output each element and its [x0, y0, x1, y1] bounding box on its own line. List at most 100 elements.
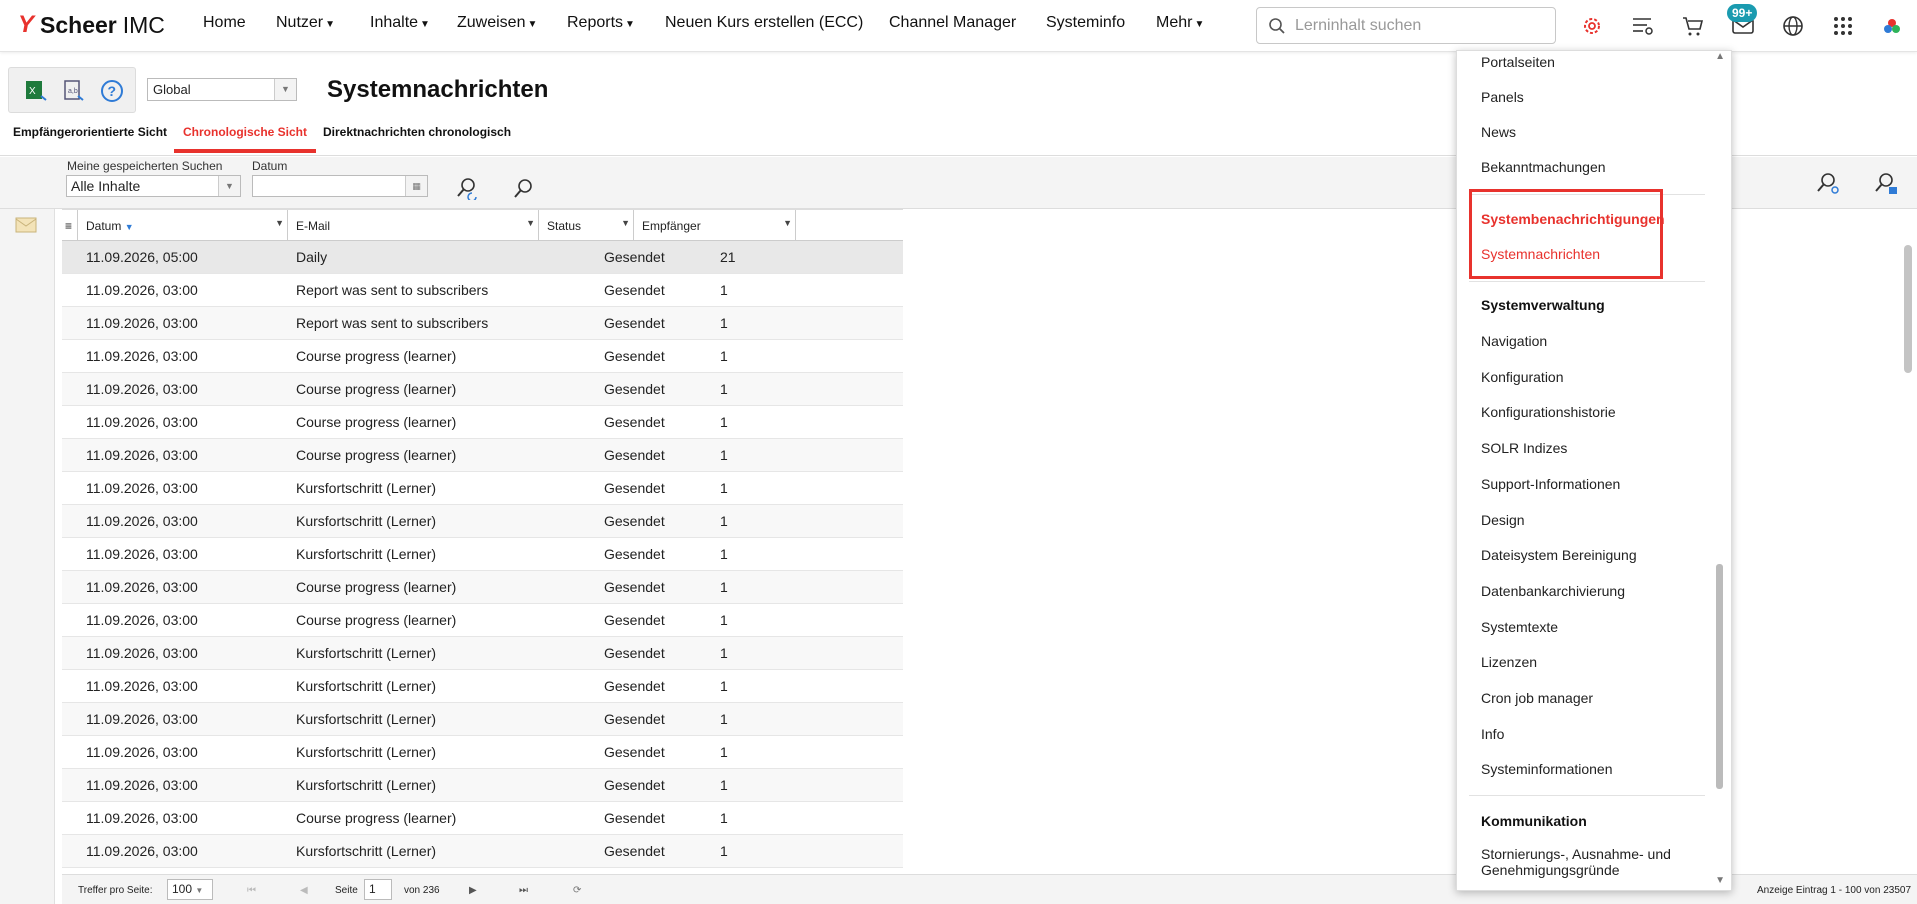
table-row[interactable]: 11.09.2026, 03:00 Course progress (learne… — [62, 604, 903, 637]
menu-item-systemnachrichten[interactable]: Systemnachrichten — [1481, 246, 1600, 262]
nav-mehr[interactable]: Mehr ▼ — [1156, 14, 1204, 32]
menu-scrollbar[interactable] — [1716, 564, 1723, 789]
nav-inhalte[interactable]: Inhalte ▼ — [370, 14, 430, 32]
cart-icon[interactable] — [1681, 14, 1705, 38]
menu-item-systembenachrichtigungen[interactable]: Systembenachrichtigungen — [1481, 211, 1665, 227]
scroll-up-icon[interactable]: ▲ — [1715, 51, 1725, 62]
tab-direktnachrichten[interactable]: Direktnachrichten chronologisch — [314, 125, 520, 149]
nav-systeminfo[interactable]: Systeminfo — [1046, 14, 1125, 32]
nav-reports[interactable]: Reports ▼ — [567, 14, 635, 32]
table-row[interactable]: 11.09.2026, 05:00 Daily Gesendet 21 — [62, 241, 903, 274]
saved-search-icon[interactable] — [1873, 171, 1899, 197]
last-page-icon[interactable]: ⏭ — [519, 885, 528, 896]
grid-scrollbar[interactable] — [1904, 245, 1912, 373]
action-toolbar: X a,b ? — [8, 67, 136, 113]
column-status[interactable]: Status ▼ — [539, 210, 634, 241]
table-cell: 11.09.2026, 03:00 — [86, 711, 198, 727]
column-email[interactable]: E-Mail ▼ — [288, 210, 539, 241]
table-row[interactable]: 11.09.2026, 03:00 Kursfortschritt (Lerner… — [62, 670, 903, 703]
table-row[interactable]: 11.09.2026, 03:00 Kursfortschritt (Lerner… — [62, 538, 903, 571]
menu-item-system[interactable]: Lizenzen — [1481, 654, 1537, 670]
table-cell: Kursfortschritt (Lerner) — [296, 777, 437, 793]
mail-closed-icon[interactable] — [14, 214, 38, 236]
menu-item-system[interactable]: Cron job manager — [1481, 690, 1593, 706]
column-menu-icon[interactable]: ▼ — [783, 218, 792, 228]
saved-search-select[interactable]: Alle Inhalte ▼ — [66, 175, 241, 197]
prev-page-icon[interactable]: ◀ — [300, 885, 308, 896]
menu-item-portalseiten[interactable]: Portalseiten — [1481, 54, 1555, 70]
scroll-down-icon[interactable]: ▼ — [1715, 875, 1725, 886]
sort-desc-icon: ▼ — [124, 222, 134, 232]
globe-icon[interactable] — [1781, 14, 1805, 38]
table-row[interactable]: 11.09.2026, 03:00 Kursfortschritt (Lerner… — [62, 703, 903, 736]
column-menu-icon[interactable]: ▼ — [275, 218, 284, 228]
gear-icon[interactable] — [1580, 14, 1604, 38]
table-row[interactable]: 11.09.2026, 03:00 Course progress (learne… — [62, 571, 903, 604]
table-row[interactable]: 11.09.2026, 03:00 Kursfortschritt (Lerner… — [62, 505, 903, 538]
menu-item-system[interactable]: Konfiguration — [1481, 369, 1564, 385]
search-icon[interactable] — [512, 177, 534, 199]
csv-export-icon[interactable]: a,b — [61, 78, 87, 104]
tab-empfaengerorientiert[interactable]: Empfängerorientierte Sicht — [4, 125, 176, 149]
tab-chronologisch[interactable]: Chronologische Sicht — [174, 125, 317, 153]
table-row[interactable]: 11.09.2026, 03:00 Kursfortschritt (Lerner… — [62, 472, 903, 505]
per-page-select[interactable]: 100 ▼ — [167, 879, 213, 900]
menu-item-system[interactable]: Dateisystem Bereinigung — [1481, 547, 1637, 563]
column-menu-icon[interactable]: ▼ — [621, 218, 630, 228]
table-cell: Gesendet — [604, 480, 665, 496]
menu-item-system[interactable]: Design — [1481, 512, 1525, 528]
page-input[interactable]: 1 — [364, 879, 392, 900]
menu-item-system[interactable]: Datenbankarchivierung — [1481, 583, 1625, 599]
logo[interactable]: Y Scheer IMC — [18, 10, 165, 40]
table-row[interactable]: 11.09.2026, 03:00 Kursfortschritt (Lerner… — [62, 835, 903, 868]
table-cell: Course progress (learner) — [296, 348, 457, 364]
table-row[interactable]: 11.09.2026, 03:00 Course progress (learne… — [62, 406, 903, 439]
menu-item-news[interactable]: News — [1481, 124, 1516, 140]
user-search-icon[interactable] — [455, 176, 479, 200]
menu-item-panels[interactable]: Panels — [1481, 89, 1524, 105]
nav-home[interactable]: Home — [203, 14, 246, 32]
date-input[interactable]: ▦ — [252, 175, 428, 197]
calendar-icon[interactable]: ▦ — [405, 176, 427, 196]
help-icon[interactable]: ? — [99, 78, 125, 104]
menu-item-stornierungsgruende[interactable]: Stornierungs-, Ausnahme- und Genehmigung… — [1481, 846, 1671, 878]
table-row[interactable]: 11.09.2026, 03:00 Course progress (learne… — [62, 340, 903, 373]
excel-export-icon[interactable]: X — [23, 78, 49, 104]
menu-item-system[interactable]: Systeminformationen — [1481, 761, 1613, 777]
menu-item-bekanntmachungen[interactable]: Bekanntmachungen — [1481, 159, 1606, 175]
table-row[interactable]: 11.09.2026, 03:00 Course progress (learne… — [62, 373, 903, 406]
menu-item-system[interactable]: Support-Informationen — [1481, 476, 1620, 492]
scope-select[interactable]: Global ▼ — [147, 78, 297, 101]
table-row[interactable]: 11.09.2026, 03:00 Kursfortschritt (Lerner… — [62, 637, 903, 670]
table-row[interactable]: 11.09.2026, 03:00 Kursfortschritt (Lerner… — [62, 736, 903, 769]
table-row[interactable]: 11.09.2026, 03:00 Course progress (learne… — [62, 439, 903, 472]
column-datum[interactable]: Datum ▼ ▼ — [78, 210, 288, 241]
table-row[interactable]: 11.09.2026, 03:00 Report was sent to subs… — [62, 274, 903, 307]
menu-item-system[interactable]: Konfigurationshistorie — [1481, 404, 1616, 420]
column-empfaenger[interactable]: Empfänger ▼ — [634, 210, 796, 241]
nav-neuen-kurs[interactable]: Neuen Kurs erstellen (ECC) — [665, 14, 863, 32]
table-row[interactable]: 11.09.2026, 03:00 Report was sent to subs… — [62, 307, 903, 340]
nav-nutzer[interactable]: Nutzer ▼ — [276, 14, 335, 32]
nav-zuweisen[interactable]: Zuweisen ▼ — [457, 14, 537, 32]
menu-item-system[interactable]: SOLR Indizes — [1481, 440, 1567, 456]
nav-channel-manager[interactable]: Channel Manager — [889, 14, 1016, 32]
menu-item-system[interactable]: Info — [1481, 726, 1504, 742]
refresh-icon[interactable]: ⟳ — [573, 885, 581, 896]
table-row[interactable]: 11.09.2026, 03:00 Course progress (learne… — [62, 802, 903, 835]
table-cell: 11.09.2026, 03:00 — [86, 282, 198, 298]
next-page-icon[interactable]: ▶ — [469, 885, 477, 896]
first-page-icon[interactable]: ⏮ — [247, 885, 256, 896]
chevron-down-icon: ▼ — [527, 19, 538, 30]
column-menu-icon[interactable]: ▼ — [526, 218, 535, 228]
column-menu-icon[interactable]: ≡ — [62, 210, 78, 241]
menu-item-system[interactable]: Navigation — [1481, 333, 1547, 349]
grid-header: ≡ Datum ▼ ▼ E-Mail ▼ Status ▼ Empfänger ▼ — [62, 209, 903, 241]
user-avatar-icon[interactable] — [1880, 14, 1904, 38]
table-row[interactable]: 11.09.2026, 03:00 Kursfortschritt (Lerner… — [62, 769, 903, 802]
search-input[interactable]: Lerninhalt suchen — [1256, 7, 1556, 44]
advanced-search-icon[interactable] — [1815, 171, 1841, 197]
apps-grid-icon[interactable] — [1831, 14, 1855, 38]
menu-item-system[interactable]: Systemtexte — [1481, 619, 1558, 635]
task-list-icon[interactable] — [1631, 14, 1655, 38]
